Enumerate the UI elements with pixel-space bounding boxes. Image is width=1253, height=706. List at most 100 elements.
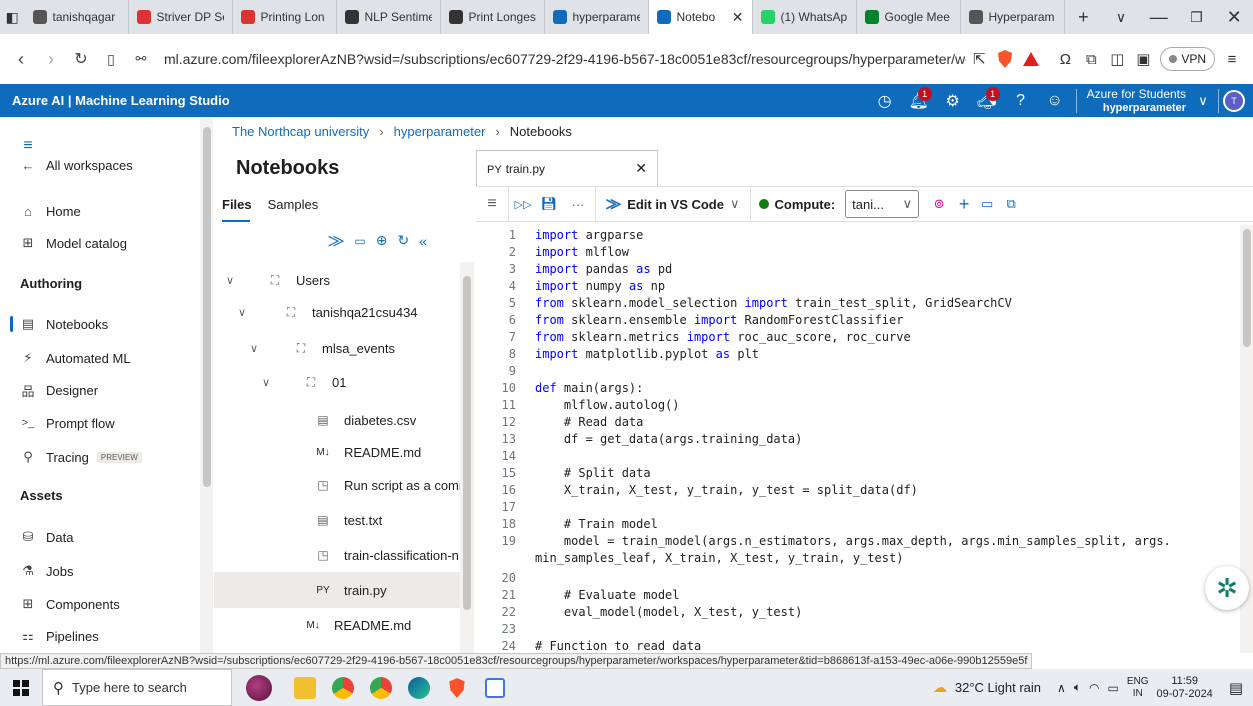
- browser-tab[interactable]: Google Mee: [857, 0, 961, 34]
- tree-item[interactable]: ▤ test.txt: [314, 502, 382, 538]
- editor-tab-train-py[interactable]: PY train.py ✕: [476, 150, 658, 186]
- taskbar-search-input[interactable]: ⚲ Type here to search: [42, 669, 232, 706]
- chrome-profile-icon[interactable]: [362, 669, 400, 706]
- file-explorer-icon[interactable]: [286, 669, 324, 706]
- browser-tab[interactable]: Notebo ✕: [648, 0, 753, 34]
- browser-tab[interactable]: tanishqagar: [25, 0, 129, 34]
- terminal-icon[interactable]: ▭: [354, 234, 365, 248]
- scrollbar-thumb[interactable]: [1243, 229, 1251, 347]
- passionfruit-widget-icon[interactable]: [232, 669, 286, 706]
- edit-in-vscode-button[interactable]: ⨠ Edit in VS Code ∨: [596, 186, 750, 222]
- tray-chevron-up-icon[interactable]: ∧: [1057, 681, 1066, 695]
- nav-tracing[interactable]: ⚲ Tracing PREVIEW: [0, 442, 200, 472]
- language-indicator[interactable]: ENG IN: [1127, 676, 1149, 700]
- tab-search-chevron-icon[interactable]: ∨: [1102, 0, 1140, 34]
- notifications-icon[interactable]: ▤: [1229, 679, 1243, 697]
- tree-item[interactable]: M↓ README.md: [304, 607, 411, 643]
- chrome-icon[interactable]: [324, 669, 362, 706]
- collapse-pane-icon[interactable]: «: [419, 233, 427, 249]
- reload-button[interactable]: ↻: [66, 49, 96, 69]
- tab-files[interactable]: Files: [222, 197, 252, 222]
- share-icon[interactable]: ⇱: [966, 46, 992, 72]
- terminal-icon[interactable]: ▭: [975, 186, 999, 222]
- nav-home[interactable]: ⌂ Home: [0, 196, 200, 226]
- breadcrumb-org[interactable]: The Northcap university: [232, 124, 369, 139]
- nav-all-workspaces[interactable]: ← All workspaces: [0, 150, 200, 180]
- expand-chevron-icon[interactable]: ∨: [250, 330, 264, 366]
- nav-components[interactable]: ⊞ Components: [0, 589, 200, 619]
- sidebar-icon[interactable]: ◫: [1104, 46, 1130, 72]
- clock[interactable]: 11:59 09-07-2024: [1157, 675, 1213, 701]
- tree-item[interactable]: ⛶ mlsa_events: [292, 330, 395, 366]
- snipping-tool-icon[interactable]: [476, 669, 514, 706]
- save-icon[interactable]: 💾︎: [537, 186, 561, 222]
- site-info-icon[interactable]: ⚯: [126, 51, 156, 67]
- browser-tab[interactable]: Hyperparam: [961, 0, 1065, 34]
- open-in-new-icon[interactable]: ⧉: [999, 186, 1023, 222]
- nav-designer[interactable]: 品 Designer: [0, 375, 200, 405]
- weather-text[interactable]: 32°C Light rain: [955, 680, 1041, 695]
- brave-rewards-icon[interactable]: [1018, 46, 1044, 72]
- announcements-megaphone-icon[interactable]: 📣︎ 1: [970, 84, 1004, 117]
- run-all-icon[interactable]: ▷▷: [509, 186, 537, 222]
- avatar[interactable]: T: [1223, 89, 1245, 112]
- scrollbar-thumb[interactable]: [203, 127, 211, 487]
- wallet-icon[interactable]: ▣: [1130, 46, 1156, 72]
- more-options-icon[interactable]: ···: [561, 186, 595, 222]
- battery-icon[interactable]: ▭: [1108, 681, 1119, 695]
- tree-item[interactable]: ⛶ tanishqa21csu434: [282, 294, 418, 330]
- file-tree-scrollbar[interactable]: [460, 262, 474, 654]
- minimize-button[interactable]: —: [1140, 0, 1178, 34]
- brave-shield-icon[interactable]: [992, 46, 1018, 72]
- browser-tab[interactable]: (1) WhatsAp: [753, 0, 857, 34]
- browser-tab[interactable]: Striver DP Se: [129, 0, 233, 34]
- refresh-icon[interactable]: ↻: [397, 232, 409, 249]
- vpn-button[interactable]: VPN: [1160, 47, 1215, 71]
- add-file-icon[interactable]: ⊕: [376, 232, 388, 249]
- tree-item[interactable]: PY train.py: [314, 572, 386, 608]
- close-tab-icon[interactable]: ✕: [732, 9, 744, 26]
- windows-start-icon[interactable]: [0, 679, 42, 696]
- compute-select[interactable]: tani... ∨: [845, 190, 920, 218]
- recent-clock-icon[interactable]: ◷: [868, 84, 902, 117]
- stop-compute-icon[interactable]: ⊚: [925, 186, 953, 222]
- tab-actions-icon[interactable]: ◧: [0, 0, 25, 34]
- expand-chevron-icon[interactable]: ∨: [226, 262, 240, 298]
- tree-item[interactable]: ⛶ Users: [266, 262, 330, 298]
- weather-icon[interactable]: ☁: [933, 679, 947, 696]
- brave-icon[interactable]: [438, 669, 476, 706]
- edge-icon[interactable]: [400, 669, 438, 706]
- tree-item[interactable]: M↓ README.md: [314, 434, 421, 470]
- network-icon[interactable]: ◠: [1089, 681, 1099, 695]
- tree-item[interactable]: ▤ diabetes.csv: [314, 402, 416, 438]
- browser-tab[interactable]: Printing Lon: [233, 0, 337, 34]
- subscription-switcher[interactable]: Azure for Students hyperparameter: [1081, 87, 1192, 115]
- nav-data[interactable]: ⛁ Data: [0, 522, 200, 552]
- forward-button[interactable]: ›: [36, 49, 66, 70]
- app-title[interactable]: Azure AI | Machine Learning Studio: [0, 93, 230, 108]
- breadcrumb-workspace[interactable]: hyperparameter: [394, 124, 486, 139]
- volume-icon[interactable]: 🔈︎: [1074, 680, 1081, 695]
- translate-icon[interactable]: Ω: [1052, 46, 1078, 72]
- feedback-smiley-icon[interactable]: ☺: [1038, 84, 1072, 117]
- notifications-bell-icon[interactable]: 🔔︎ 1: [902, 84, 936, 117]
- tree-item[interactable]: ◳ Run script as a comr: [314, 467, 463, 503]
- nav-jobs[interactable]: ⚗ Jobs: [0, 556, 200, 586]
- help-icon[interactable]: ?: [1004, 84, 1038, 117]
- url-field[interactable]: ml.azure.com/fileexplorerAzNB?wsid=/subs…: [164, 51, 966, 67]
- browser-tab[interactable]: Print Longes: [441, 0, 545, 34]
- chevron-down-icon[interactable]: ∨: [1192, 84, 1214, 117]
- tree-item[interactable]: ⛶ 01: [302, 364, 347, 400]
- editor-menu-icon[interactable]: ≡: [476, 186, 508, 222]
- scrollbar-thumb[interactable]: [463, 276, 471, 610]
- left-nav-scrollbar[interactable]: [200, 117, 213, 653]
- back-button[interactable]: ‹: [6, 49, 36, 70]
- expand-chevron-icon[interactable]: ∨: [238, 294, 252, 330]
- code-editor[interactable]: 1 import argparse 2 import mlflow 3 import pa…: [476, 225, 1240, 653]
- new-tab-button[interactable]: +: [1065, 0, 1103, 34]
- tab-samples[interactable]: Samples: [268, 197, 319, 212]
- restore-button[interactable]: ❐: [1178, 0, 1216, 34]
- nav-pipelines[interactable]: ⚏ Pipelines: [0, 621, 200, 651]
- copilot-chat-icon[interactable]: ✲: [1205, 566, 1249, 610]
- close-tab-icon[interactable]: ✕: [635, 160, 647, 177]
